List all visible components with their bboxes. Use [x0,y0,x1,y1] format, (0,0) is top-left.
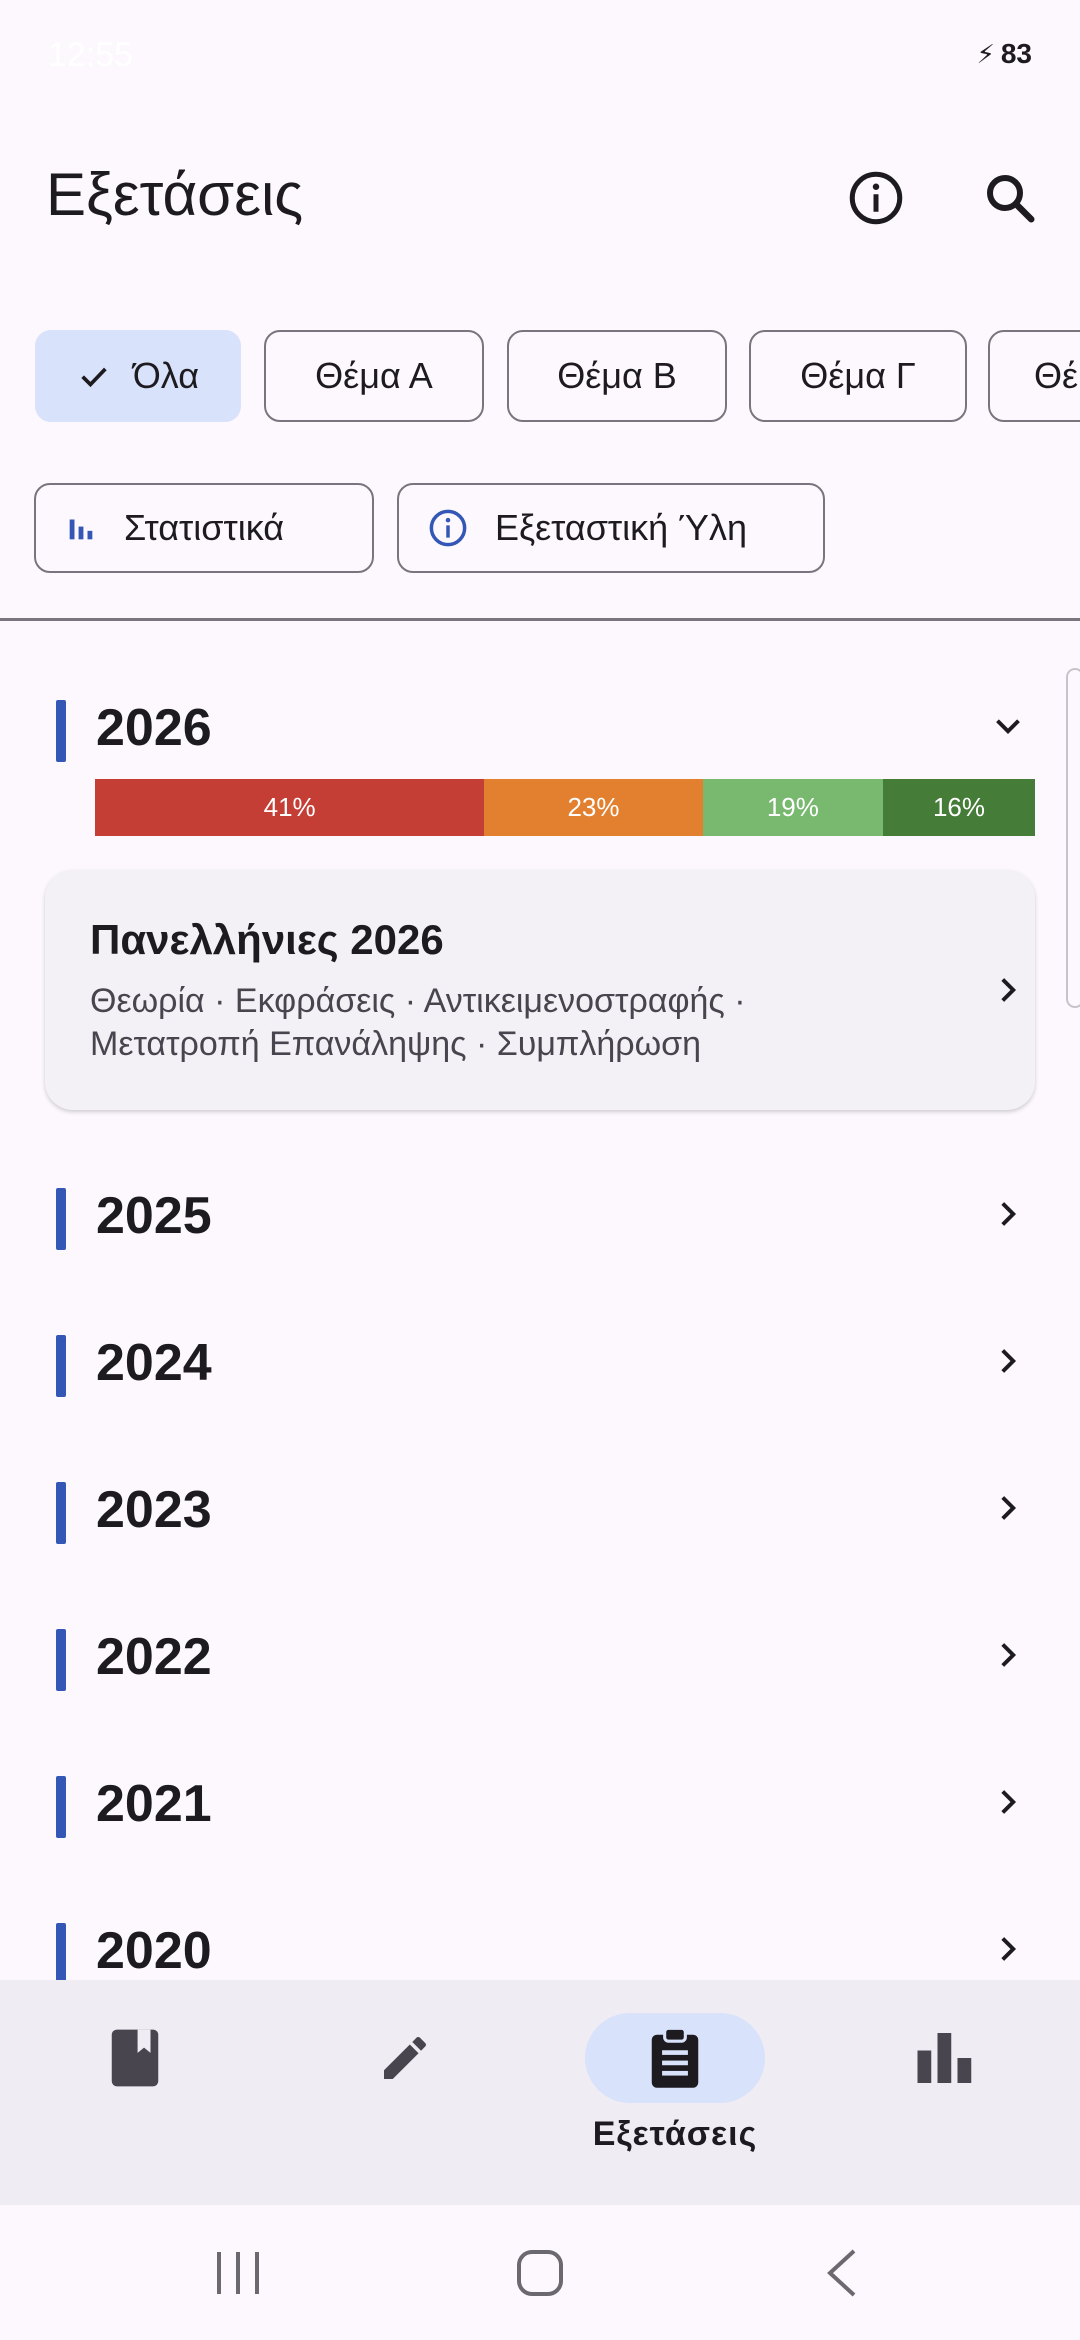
year-section-2023[interactable]: 2023 [0,1462,1080,1552]
statistics-label: Στατιστικά [124,507,285,548]
year-label: 2025 [96,1187,212,1245]
status-bar: 12:55 ⚡ 83 [0,0,1080,110]
bar-chart-icon [69,519,93,540]
syllabus-button[interactable]: Εξεταστική Ύλη [397,483,825,573]
chevron-down-icon [996,719,1020,735]
info-button[interactable] [836,158,916,238]
distribution-segment: 16% [883,779,1035,836]
status-time: 12:55 [48,36,134,74]
syllabus-label: Εξεταστική Ύλη [495,507,747,548]
year-accent-bar [56,1629,66,1691]
year-accent-bar [56,1776,66,1838]
result-distribution-bar: 41% 23% 19% 16% [95,779,1035,836]
year-accent-bar [56,700,66,762]
chip-theme-c[interactable]: Θέμα Γ [749,330,967,422]
chip-theme-b[interactable]: Θέμα Β [507,330,727,422]
chip-theme-a[interactable]: Θέμα Α [264,330,484,422]
nav-indicator [585,2013,765,2103]
pencil-icon [384,2036,427,2079]
exam-title: Πανελλήνιες 2026 [90,916,444,963]
year-section-2022[interactable]: 2022 [0,1609,1080,1699]
year-section-2026[interactable]: 2026 [0,680,1080,770]
topic-filter-chips: Όλα Θέμα Α Θέμα Β Θέμα Γ Θέμα Δ [0,330,1080,422]
nav-label: Εξετάσεις [592,2115,758,2153]
chip-label: Θέμα Γ [800,355,916,396]
distribution-segment: 23% [484,779,703,836]
chip-label: Θέμα Α [315,355,433,396]
check-icon [81,367,107,388]
recents-icon [217,2251,259,2294]
chip-all[interactable]: Όλα [35,330,241,422]
year-accent-bar [56,1923,66,1985]
year-label: 2026 [96,699,212,757]
home-button[interactable] [440,2205,640,2340]
bottom-navigation: Εξετάσεις [0,1980,1080,2205]
battery-level: 83 [1000,38,1032,69]
year-label: 2023 [96,1481,212,1539]
action-chips: Στατιστικά Εξεταστική Ύλη [0,483,1080,573]
nav-statistics[interactable] [810,1980,1080,2205]
chip-label: Θέμα Β [557,355,677,396]
statistics-button[interactable]: Στατιστικά [34,483,374,573]
charging-icon: ⚡ [976,38,995,69]
exam-card[interactable]: Πανελλήνιες 2026 Θεωρία · Εκφράσεις · Αν… [45,870,1035,1110]
info-icon [429,509,467,547]
year-section-2025[interactable]: 2025 [0,1168,1080,1258]
chevron-right-icon [1001,1790,1017,1814]
search-icon [987,175,1035,223]
nav-indicator [855,2013,1035,2103]
exam-topics: Θεωρία · Εκφράσεις · Αντικειμενοστραφής … [90,982,746,1063]
book-icon [111,2029,159,2087]
chevron-right-icon [1001,978,1017,1002]
info-icon [849,171,903,225]
battery-indicator: ⚡ 83 [977,38,1032,70]
year-section-2024[interactable]: 2024 [0,1315,1080,1405]
year-section-2021[interactable]: 2021 [0,1756,1080,1846]
nav-theory[interactable] [0,1980,270,2205]
chip-label: Θέμα Δ [1034,355,1080,396]
year-label: 2022 [96,1628,212,1686]
chevron-right-icon [1001,1349,1017,1373]
year-label: 2020 [96,1922,212,1980]
chevron-right-icon [1001,1496,1017,1520]
chip-theme-d[interactable]: Θέμα Δ [988,330,1080,422]
nav-indicator [315,2013,495,2103]
home-icon [517,2249,563,2296]
back-icon [827,2249,856,2296]
year-accent-bar [56,1188,66,1250]
chevron-right-icon [1001,1643,1017,1667]
nav-indicator [45,2013,225,2103]
chip-label: Όλα [132,355,200,396]
top-app-bar: Εξετάσεις [0,130,1080,260]
year-accent-bar [56,1335,66,1397]
clipboard-icon [651,2027,699,2088]
year-label: 2024 [96,1334,212,1392]
system-navigation-bar [0,2205,1080,2340]
chevron-right-icon [1001,1202,1017,1226]
divider [0,618,1080,621]
nav-exams[interactable]: Εξετάσεις [540,1980,810,2205]
bar-chart-icon [917,2033,972,2083]
year-accent-bar [56,1482,66,1544]
year-label: 2021 [96,1775,212,1833]
nav-exercises[interactable] [270,1980,540,2205]
distribution-segment: 41% [95,779,485,836]
back-button[interactable] [742,2205,942,2340]
chevron-right-icon [1001,1937,1017,1961]
search-button[interactable] [970,158,1050,238]
page-title: Εξετάσεις [46,161,304,228]
distribution-segment: 19% [702,779,884,836]
recent-apps-button[interactable] [138,2205,338,2340]
